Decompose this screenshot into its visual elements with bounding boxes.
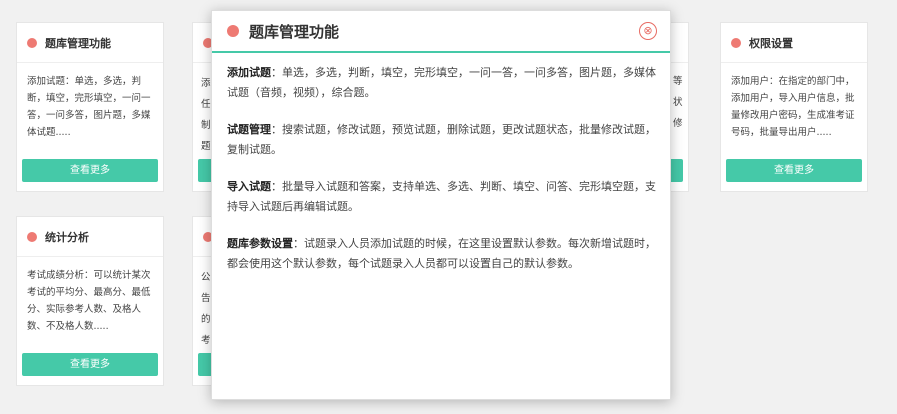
feature-detail-modal: 题库管理功能 ⊗ 添加试题：单选，多选，判断，填空，完形填空，一问一答，一问多答… xyxy=(211,10,671,400)
dot-icon xyxy=(27,37,37,48)
view-more-button[interactable]: 查看更多 xyxy=(726,159,862,182)
section-label: 导入试题 xyxy=(227,180,271,193)
card-title: 权限设置 xyxy=(749,36,793,50)
section-label: 添加试题 xyxy=(227,66,271,79)
card-description: 考试成绩分析：可以统计某次考试的平均分、最高分、最低分、实际参考人数、及格人数、… xyxy=(27,270,151,332)
card-title: 统计分析 xyxy=(45,230,89,244)
card-title: 题库管理功能 xyxy=(45,36,111,50)
modal-header: 题库管理功能 ⊗ xyxy=(212,11,670,53)
section-label: 题库参数设置 xyxy=(227,237,293,250)
close-icon[interactable]: ⊗ xyxy=(639,22,657,40)
card-permission-settings: 权限设置 添加用户：在指定的部门中，添加用户，导入用户信息，批量修改用户密码，生… xyxy=(720,22,868,192)
section-add-questions: 添加试题：单选，多选，判断，填空，完形填空，一问一答，一问多答，图片题，多媒体试… xyxy=(227,63,658,103)
view-more-button[interactable]: 查看更多 xyxy=(22,353,158,376)
section-question-management: 试题管理：搜索试题，修改试题，预览试题，删除试题，更改试题状态，批量修改试题，复… xyxy=(227,120,658,160)
card-header: 权限设置 xyxy=(721,23,867,63)
dot-icon xyxy=(731,37,741,48)
card-description-partial: 等状修 xyxy=(673,76,683,129)
section-text: ：单选，多选，判断，填空，完形填空，一问一答，一问多答，图片题，多媒体试题（音频… xyxy=(227,66,656,99)
section-text: ：搜索试题，修改试题，预览试题，删除试题，更改试题状态，批量修改试题，复制试题。 xyxy=(227,123,656,156)
card-description-partial: 公告的考 xyxy=(201,272,211,346)
card-header: 题库管理功能 xyxy=(17,23,163,63)
card-statistics: 统计分析 考试成绩分析：可以统计某次考试的平均分、最高分、最低分、实际参考人数、… xyxy=(16,216,164,386)
card-description-partial: 添任制题 xyxy=(201,78,211,152)
section-text: ：批量导入试题和答案，支持单选、多选、判断、填空、问答、完形填空题，支持导入试题… xyxy=(227,180,656,213)
dot-icon xyxy=(227,25,239,37)
section-label: 试题管理 xyxy=(227,123,271,136)
section-bank-parameters: 题库参数设置：试题录入人员添加试题的时候，在这里设置默认参数。每次新增试题时，都… xyxy=(227,234,658,274)
card-description: 添加用户：在指定的部门中，添加用户，导入用户信息，批量修改用户密码，生成准考证号… xyxy=(731,76,855,138)
view-more-button[interactable]: 查看更多 xyxy=(22,159,158,182)
card-header: 统计分析 xyxy=(17,217,163,257)
dot-icon xyxy=(27,231,37,242)
modal-title: 题库管理功能 xyxy=(249,22,340,41)
card-description: 添加试题：单选，多选，判断，填空，完形填空，一问一答，一问多答，图片题，多媒体试… xyxy=(27,76,151,138)
section-import-questions: 导入试题：批量导入试题和答案，支持单选、多选、判断、填空、问答、完形填空题，支持… xyxy=(227,177,658,217)
modal-body: 添加试题：单选，多选，判断，填空，完形填空，一问一答，一问多答，图片题，多媒体试… xyxy=(212,53,670,274)
card-question-bank: 题库管理功能 添加试题：单选，多选，判断，填空，完形填空，一问一答，一问多答，图… xyxy=(16,22,164,192)
